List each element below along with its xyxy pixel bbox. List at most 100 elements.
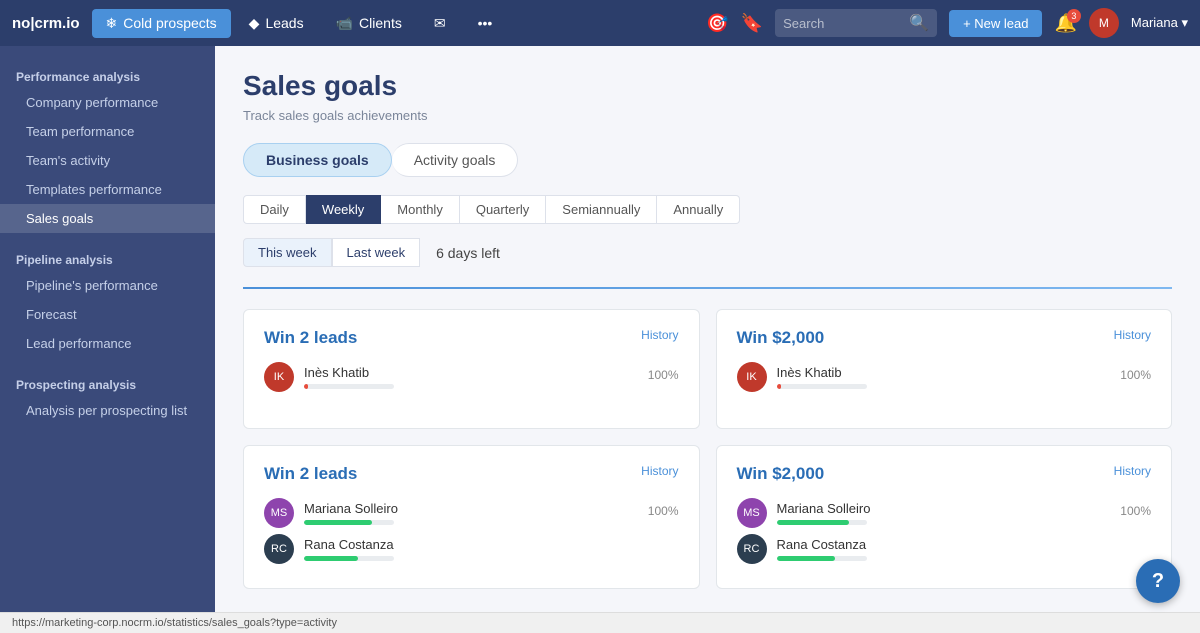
tab-business-goals[interactable]: Business goals (243, 143, 392, 177)
goal-card-header-3: Win 2 leads History (264, 464, 679, 484)
person-info-2-1: Inès Khatib (777, 365, 1111, 389)
progress-bar-container-4-2 (777, 556, 867, 561)
goal-card-header-1: Win 2 leads History (264, 328, 679, 348)
sidebar: Performance analysis Company performance… (0, 46, 215, 612)
goal-card-4: Win $2,000 History MS Mariana Solleiro (716, 445, 1173, 589)
goal-card-3: Win 2 leads History MS Mariana Solleiro (243, 445, 700, 589)
period-tab-daily[interactable]: Daily (243, 195, 306, 224)
nav-tab-cold-prospects[interactable]: ❄ Cold prospects (92, 9, 231, 38)
user-menu[interactable]: Mariana ▾ (1131, 15, 1188, 31)
help-button[interactable]: ? (1136, 559, 1180, 603)
sidebar-item-team-performance[interactable]: Team performance (0, 117, 215, 146)
nav-right: 🎯 🔖 🔍 + New lead 🔔 3 M Mariana ▾ (706, 8, 1188, 38)
app-logo: no|crm.io (12, 15, 80, 32)
progress-bar-2-1 (777, 384, 781, 389)
goal-person-4-1: MS Mariana Solleiro 100% (737, 498, 1152, 528)
sidebar-item-sales-goals[interactable]: Sales goals (0, 204, 215, 233)
avatar[interactable]: M (1089, 8, 1119, 38)
page-subtitle: Track sales goals achievements (243, 108, 1172, 123)
goal-card-title-2: Win $2,000 (737, 328, 825, 348)
avatar-mariana-1: MS (264, 498, 294, 528)
progress-row-1-1 (304, 384, 638, 389)
person-name-2-1: Inès Khatib (777, 365, 1111, 380)
sidebar-item-teams-activity[interactable]: Team's activity (0, 146, 215, 175)
progress-row-3-2 (304, 556, 679, 561)
clients-icon: 📹 (336, 15, 353, 32)
goal-person-3-1: MS Mariana Solleiro 100% (264, 498, 679, 528)
person-info-1-1: Inès Khatib (304, 365, 638, 389)
days-left: 6 days left (436, 245, 500, 261)
history-link-3[interactable]: History (641, 464, 678, 478)
person-info-3-2: Rana Costanza (304, 537, 679, 561)
progress-bar-container-3-1 (304, 520, 394, 525)
period-tab-weekly[interactable]: Weekly (306, 195, 381, 224)
goal-pct-1-1: 100% (648, 368, 679, 382)
sidebar-item-pipeline-performance[interactable]: Pipeline's performance (0, 271, 215, 300)
goal-card-2: Win $2,000 History IK Inès Khatib (716, 309, 1173, 429)
tab-activity-goals[interactable]: Activity goals (392, 143, 519, 177)
person-info-3-1: Mariana Solleiro (304, 501, 638, 525)
person-info-4-1: Mariana Solleiro (777, 501, 1111, 525)
nav-tab-clients[interactable]: 📹 Clients (322, 9, 416, 38)
goal-right-1-1: 100% (648, 368, 679, 386)
leads-icon: ◆ (249, 15, 260, 32)
week-nav: This week Last week 6 days left (243, 238, 1172, 267)
sidebar-item-lead-performance[interactable]: Lead performance (0, 329, 215, 358)
avatar-ines-1: IK (264, 362, 294, 392)
goal-card-title-1: Win 2 leads (264, 328, 357, 348)
new-lead-button[interactable]: + New lead (949, 10, 1042, 37)
goal-card-header-4: Win $2,000 History (737, 464, 1152, 484)
bookmark-icon[interactable]: 🔖 (741, 13, 763, 34)
period-tab-monthly[interactable]: Monthly (381, 195, 460, 224)
history-link-1[interactable]: History (641, 328, 678, 342)
sidebar-item-forecast[interactable]: Forecast (0, 300, 215, 329)
goal-card-title-3: Win 2 leads (264, 464, 357, 484)
progress-row-4-2 (777, 556, 1152, 561)
progress-bar-3-1 (304, 520, 372, 525)
last-week-button[interactable]: Last week (332, 238, 421, 267)
sidebar-item-templates-performance[interactable]: Templates performance (0, 175, 215, 204)
nav-tab-leads[interactable]: ◆ Leads (235, 9, 318, 38)
progress-row-3-1 (304, 520, 638, 525)
sidebar-item-company-performance[interactable]: Company performance (0, 88, 215, 117)
progress-bar-container-2-1 (777, 384, 867, 389)
goal-right-4-1: 100% (1120, 504, 1151, 522)
this-week-button[interactable]: This week (243, 238, 332, 267)
person-name-3-1: Mariana Solleiro (304, 501, 638, 516)
history-link-4[interactable]: History (1114, 464, 1151, 478)
progress-bar-3-2 (304, 556, 358, 561)
progress-bar-container-3-2 (304, 556, 394, 561)
nav-tab-more[interactable]: ••• (464, 9, 507, 37)
main-content: Sales goals Track sales goals achievemen… (215, 46, 1200, 612)
notifications-button[interactable]: 🔔 3 (1054, 13, 1076, 34)
nav-tab-mail[interactable]: ✉ (420, 9, 460, 38)
person-name-4-2: Rana Costanza (777, 537, 1152, 552)
period-tab-annually[interactable]: Annually (657, 195, 740, 224)
goal-pct-2-1: 100% (1120, 368, 1151, 382)
avatar-rana-2: RC (737, 534, 767, 564)
target-icon[interactable]: 🎯 (706, 13, 728, 34)
avatar-ines-2: IK (737, 362, 767, 392)
goal-person-3-2: RC Rana Costanza (264, 534, 679, 564)
period-tab-quarterly[interactable]: Quarterly (460, 195, 546, 224)
goals-grid: Win 2 leads History IK Inès Khatib (243, 309, 1172, 589)
search-input[interactable] (783, 16, 903, 31)
period-tab-semiannually[interactable]: Semiannually (546, 195, 657, 224)
notification-badge: 3 (1067, 9, 1081, 23)
goal-right-2-1: 100% (1120, 368, 1151, 386)
sidebar-section-pipeline: Pipeline analysis (0, 245, 215, 271)
progress-row-4-1 (777, 520, 1111, 525)
goal-person-4-2: RC Rana Costanza (737, 534, 1152, 564)
goal-pct-3-1: 100% (648, 504, 679, 518)
statusbar: https://marketing-corp.nocrm.io/statisti… (0, 612, 1200, 633)
person-name-3-2: Rana Costanza (304, 537, 679, 552)
search-icon: 🔍 (909, 13, 929, 33)
progress-bar-4-2 (777, 556, 836, 561)
sidebar-item-analysis-prospecting[interactable]: Analysis per prospecting list (0, 396, 215, 425)
sidebar-section-performance: Performance analysis (0, 62, 215, 88)
history-link-2[interactable]: History (1114, 328, 1151, 342)
goal-right-3-1: 100% (648, 504, 679, 522)
more-icon: ••• (478, 15, 493, 31)
goal-person-1-1: IK Inès Khatib 100% (264, 362, 679, 392)
goal-card-title-4: Win $2,000 (737, 464, 825, 484)
